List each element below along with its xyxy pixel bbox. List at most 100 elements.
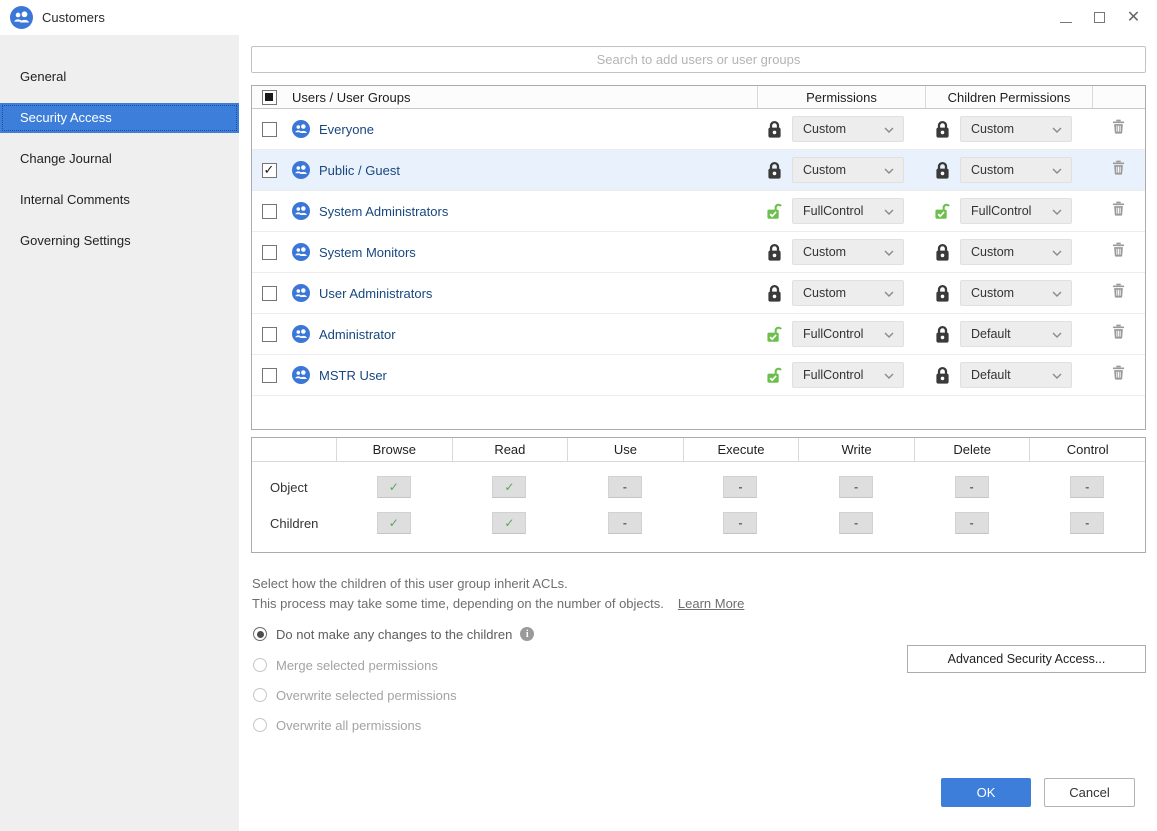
padlock-open-check-icon [934,202,951,221]
matrix-toggle-dash[interactable]: - [839,512,873,534]
select-all-checkbox[interactable] [262,90,277,105]
acl-row: ✓ Public / Guest Custom Custom [252,150,1145,191]
close-icon[interactable]: ✕ [1126,10,1141,25]
advanced-security-access-button[interactable]: Advanced Security Access... [907,645,1146,673]
ok-button[interactable]: OK [941,778,1031,807]
matrix-toggle-dash[interactable]: - [955,512,989,534]
radio-label: Overwrite selected permissions [276,688,457,703]
permission-dropdown[interactable]: FullControl [792,198,904,224]
radio-option-overwrite-all-permissions[interactable]: Overwrite all permissions [253,715,534,735]
cancel-button[interactable]: Cancel [1044,778,1135,807]
info-icon[interactable]: i [520,627,534,641]
column-header-permissions: Permissions [757,86,925,108]
matrix-cell: - [683,476,799,498]
matrix-column-control: Control [1029,438,1145,461]
trash-icon[interactable] [1112,242,1125,262]
minimize-icon[interactable] [1058,10,1073,25]
radio-option-overwrite-selected-permissions[interactable]: Overwrite selected permissions [253,685,534,705]
delete-cell [1092,160,1145,180]
trash-icon[interactable] [1112,365,1125,385]
trash-icon[interactable] [1112,283,1125,303]
row-checkbox[interactable] [262,245,277,260]
children-permission-dropdown[interactable]: Default [960,321,1072,347]
permission-dropdown[interactable]: Custom [792,157,904,183]
sidebar-item-security-access[interactable]: Security Access [0,103,239,133]
delete-cell [1092,283,1145,303]
children-permission-dropdown[interactable]: FullControl [960,198,1072,224]
user-name[interactable]: System Monitors [319,245,416,260]
matrix-toggle-dash[interactable]: - [608,512,642,534]
user-name[interactable]: Public / Guest [319,163,400,178]
user-name[interactable]: System Administrators [319,204,448,219]
user-group-icon [10,6,33,29]
children-permission-cell: Custom [925,116,1092,142]
matrix-toggle-dash[interactable]: - [955,476,989,498]
matrix-column-execute: Execute [683,438,799,461]
matrix-toggle-check[interactable]: ✓ [377,512,411,534]
permission-dropdown[interactable]: Custom [792,239,904,265]
search-input[interactable] [251,46,1146,73]
acl-row: MSTR User FullControl Default [252,355,1145,396]
user-group-icon [292,120,310,138]
children-permission-dropdown[interactable]: Default [960,362,1072,388]
row-checkbox[interactable] [262,286,277,301]
user-name[interactable]: Administrator [319,327,396,342]
matrix-toggle-dash[interactable]: - [723,512,757,534]
radio-button[interactable] [253,658,267,672]
matrix-toggle-dash[interactable]: - [1070,512,1104,534]
radio-button[interactable] [253,718,267,732]
trash-icon[interactable] [1112,324,1125,344]
children-permission-dropdown[interactable]: Custom [960,157,1072,183]
permission-dropdown[interactable]: FullControl [792,321,904,347]
padlock-closed-icon [766,284,783,303]
trash-icon[interactable] [1112,119,1125,139]
permission-dropdown[interactable]: Custom [792,116,904,142]
radio-option-merge-selected-permissions[interactable]: Merge selected permissions [253,655,534,675]
learn-more-link[interactable]: Learn More [678,596,744,611]
inheritance-description-line2: This process may take some time, dependi… [252,596,664,611]
user-name[interactable]: Everyone [319,122,374,137]
matrix-toggle-check[interactable]: ✓ [492,476,526,498]
row-checkbox[interactable] [262,327,277,342]
padlock-closed-icon [934,366,951,385]
radio-button[interactable] [253,688,267,702]
matrix-toggle-check[interactable]: ✓ [492,512,526,534]
maximize-icon[interactable] [1092,10,1107,25]
sidebar-item-internal-comments[interactable]: Internal Comments [0,185,239,215]
permission-cell: Custom [757,239,925,265]
radio-label: Do not make any changes to the children [276,627,512,642]
padlock-open-check-icon [766,325,783,344]
matrix-cell: - [914,512,1030,534]
row-checkbox[interactable] [262,368,277,383]
row-checkbox[interactable]: ✓ [262,163,277,178]
sidebar-item-governing-settings[interactable]: Governing Settings [0,226,239,256]
matrix-toggle-dash[interactable]: - [839,476,873,498]
sidebar-nav: General Security Access Change Journal Inte… [0,35,239,831]
padlock-closed-icon [766,120,783,139]
permission-dropdown[interactable]: FullControl [792,362,904,388]
trash-icon[interactable] [1112,201,1125,221]
row-checkbox[interactable] [262,204,277,219]
inheritance-description-line1: Select how the children of this user gro… [252,576,568,591]
row-checkbox[interactable] [262,122,277,137]
padlock-closed-icon [934,243,951,262]
matrix-toggle-dash[interactable]: - [608,476,642,498]
chevron-down-icon [884,327,894,341]
matrix-toggle-check[interactable]: ✓ [377,476,411,498]
permission-dropdown[interactable]: Custom [792,280,904,306]
radio-button[interactable] [253,627,267,641]
delete-cell [1092,324,1145,344]
matrix-toggle-dash[interactable]: - [723,476,757,498]
user-name[interactable]: MSTR User [319,368,387,383]
children-permission-cell: Default [925,362,1092,388]
radio-option-do-not-make[interactable]: Do not make any changes to the children i [253,624,534,644]
user-name[interactable]: User Administrators [319,286,432,301]
matrix-toggle-dash[interactable]: - [1070,476,1104,498]
sidebar-item-change-journal[interactable]: Change Journal [0,144,239,174]
sidebar-item-general[interactable]: General [0,62,239,92]
children-permission-dropdown[interactable]: Custom [960,239,1072,265]
children-permission-dropdown[interactable]: Custom [960,280,1072,306]
children-permission-dropdown[interactable]: Custom [960,116,1072,142]
trash-icon[interactable] [1112,160,1125,180]
row-checkbox-cell [252,327,286,342]
